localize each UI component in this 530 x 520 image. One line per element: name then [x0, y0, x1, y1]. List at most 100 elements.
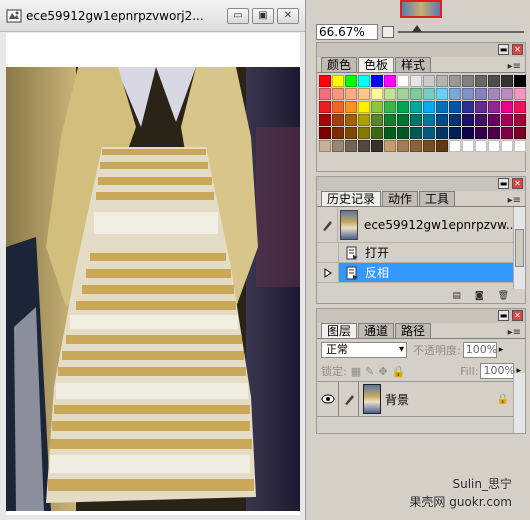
color-swatch[interactable] — [423, 88, 435, 100]
color-swatch[interactable] — [449, 75, 461, 87]
color-swatch[interactable] — [332, 127, 344, 139]
color-swatch[interactable] — [462, 140, 474, 152]
color-swatch[interactable] — [397, 88, 409, 100]
color-swatch[interactable] — [436, 114, 448, 126]
layer-visibility-toggle[interactable] — [317, 382, 339, 416]
minimize-panel-icon[interactable]: ▬ — [498, 310, 509, 321]
color-swatch[interactable] — [436, 127, 448, 139]
history-brush-source[interactable] — [317, 207, 339, 242]
panel-menu-icon[interactable]: ▸≡ — [508, 327, 521, 338]
minimize-panel-icon[interactable]: ▬ — [498, 44, 509, 55]
color-swatch[interactable] — [410, 140, 422, 152]
color-swatch[interactable] — [449, 88, 461, 100]
color-swatch[interactable] — [410, 88, 422, 100]
color-swatch[interactable] — [358, 140, 370, 152]
color-swatch[interactable] — [345, 75, 357, 87]
opacity-arrow-icon[interactable]: ▸ — [499, 345, 504, 355]
color-swatch[interactable] — [423, 140, 435, 152]
color-swatch[interactable] — [319, 88, 331, 100]
color-swatch[interactable] — [319, 140, 331, 152]
panel-menu-icon[interactable]: ▸≡ — [508, 61, 521, 72]
minimize-panel-icon[interactable]: ▬ — [498, 178, 509, 189]
color-swatch[interactable] — [462, 127, 474, 139]
close-button[interactable]: ✕ — [277, 7, 299, 24]
color-swatch[interactable] — [384, 127, 396, 139]
history-brush-source[interactable] — [317, 243, 339, 262]
color-swatch[interactable] — [384, 114, 396, 126]
color-swatch[interactable] — [358, 114, 370, 126]
color-swatch[interactable] — [436, 140, 448, 152]
color-swatch[interactable] — [501, 127, 513, 139]
color-swatch[interactable] — [423, 75, 435, 87]
lock-pixels-icon[interactable]: ✎ — [365, 365, 374, 378]
history-scrollbar[interactable] — [513, 207, 525, 289]
color-swatch[interactable] — [358, 101, 370, 113]
tab-actions[interactable]: 动作 — [382, 191, 419, 206]
color-swatch[interactable] — [319, 75, 331, 87]
fill-input[interactable]: 100% — [480, 363, 515, 379]
color-swatch[interactable] — [358, 127, 370, 139]
color-swatch[interactable] — [332, 75, 344, 87]
color-swatch[interactable] — [514, 75, 526, 87]
color-swatch[interactable] — [488, 140, 500, 152]
color-swatch[interactable] — [488, 101, 500, 113]
tab-layers[interactable]: 图层 — [321, 323, 358, 338]
close-panel-icon[interactable]: ✕ — [512, 310, 523, 321]
color-swatch[interactable] — [371, 140, 383, 152]
color-swatch[interactable] — [501, 88, 513, 100]
color-swatch[interactable] — [436, 101, 448, 113]
color-swatch[interactable] — [475, 114, 487, 126]
close-panel-icon[interactable]: ✕ — [512, 44, 523, 55]
panel-header[interactable]: ▬ ✕ — [317, 177, 525, 191]
tab-tools[interactable]: 工具 — [419, 191, 456, 206]
minimize-button[interactable]: ▭ — [227, 7, 249, 24]
color-swatch[interactable] — [332, 88, 344, 100]
zoom-slider[interactable] — [398, 25, 524, 33]
layer-row-background[interactable]: 背景 🔒 — [317, 381, 513, 417]
history-step-selected[interactable]: 反相 — [317, 263, 513, 283]
color-swatch[interactable] — [332, 140, 344, 152]
color-swatch[interactable] — [462, 88, 474, 100]
color-swatch[interactable] — [345, 101, 357, 113]
tab-channels[interactable]: 通道 — [358, 323, 395, 338]
lock-all-icon[interactable]: 🔒 — [392, 365, 406, 378]
color-swatch[interactable] — [514, 140, 526, 152]
color-swatch[interactable] — [345, 88, 357, 100]
color-swatch[interactable] — [475, 75, 487, 87]
color-swatch[interactable] — [488, 114, 500, 126]
color-swatch[interactable] — [384, 75, 396, 87]
color-swatch[interactable] — [488, 88, 500, 100]
color-swatch[interactable] — [501, 101, 513, 113]
tab-color[interactable]: 颜色 — [321, 57, 358, 72]
navigator-preview[interactable] — [316, 0, 530, 24]
layer-link-cell[interactable] — [339, 382, 359, 416]
maximize-button[interactable]: ▣ — [252, 7, 274, 24]
lock-transparency-icon[interactable]: ▦ — [351, 365, 361, 378]
color-swatch[interactable] — [423, 114, 435, 126]
color-swatch[interactable] — [436, 88, 448, 100]
color-swatch[interactable] — [462, 101, 474, 113]
color-swatch[interactable] — [397, 127, 409, 139]
color-swatch[interactable] — [384, 88, 396, 100]
color-swatch[interactable] — [423, 127, 435, 139]
navigator-view-box[interactable] — [400, 0, 442, 18]
tab-history[interactable]: 历史记录 — [321, 191, 382, 206]
color-swatch[interactable] — [488, 75, 500, 87]
history-scroll-thumb[interactable] — [515, 229, 524, 267]
color-swatch[interactable] — [371, 114, 383, 126]
panel-header[interactable]: ▬ ✕ — [317, 43, 525, 57]
color-swatch[interactable] — [462, 114, 474, 126]
color-swatch[interactable] — [358, 75, 370, 87]
delete-state-icon[interactable]: 🗑 — [498, 291, 509, 301]
tab-paths[interactable]: 路径 — [395, 323, 432, 338]
panel-menu-icon[interactable]: ▸≡ — [508, 195, 521, 206]
color-swatch[interactable] — [371, 101, 383, 113]
color-swatch[interactable] — [358, 88, 370, 100]
color-swatch[interactable] — [384, 140, 396, 152]
color-swatch[interactable] — [397, 114, 409, 126]
color-swatch[interactable] — [449, 127, 461, 139]
color-swatch[interactable] — [410, 75, 422, 87]
color-swatch[interactable] — [514, 127, 526, 139]
lock-position-icon[interactable]: ✥ — [378, 365, 387, 378]
color-swatch[interactable] — [371, 75, 383, 87]
